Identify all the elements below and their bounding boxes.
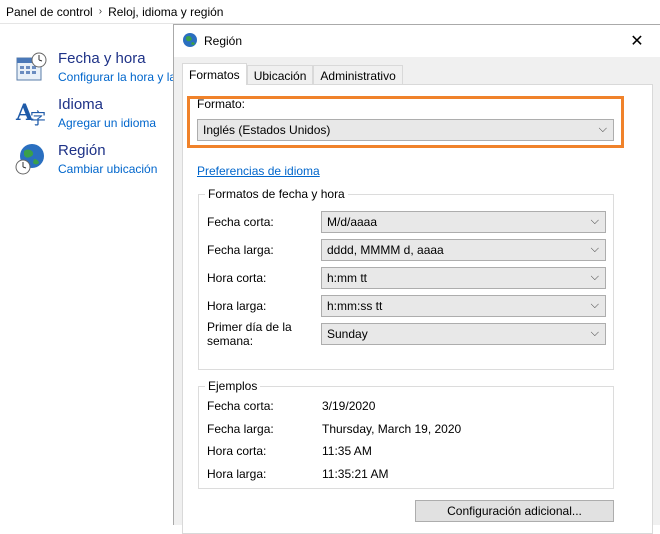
tab-administrative[interactable]: Administrativo: [313, 65, 403, 85]
cp-date-time-link[interactable]: Configurar la hora y la: [58, 69, 176, 85]
example-long-date-value: Thursday, March 19, 2020: [322, 422, 462, 436]
chevron-down-icon: ⌵: [590, 243, 599, 255]
dialog-title: Región: [204, 34, 243, 48]
long-time-select[interactable]: h:mm:ss tt ⌵: [321, 295, 606, 317]
example-long-time-value: 11:35:21 AM: [322, 467, 389, 481]
first-day-label: Primer día de la semana:: [207, 320, 292, 348]
tab-formats[interactable]: Formatos: [182, 63, 247, 85]
example-short-date-value: 3/19/2020: [322, 399, 376, 413]
example-long-date-label: Fecha larga:: [207, 422, 274, 436]
formats-panel: Formato: Inglés (Estados Unidos) ⌵ Prefe…: [182, 84, 653, 534]
cp-language[interactable]: A 字 Idioma Agregar un idioma: [14, 96, 156, 131]
short-date-select[interactable]: M/d/aaaa ⌵: [321, 211, 606, 233]
example-short-date-label: Fecha corta:: [207, 399, 274, 413]
calendar-clock-icon: [14, 50, 48, 84]
globe-clock-icon: [14, 142, 48, 176]
long-date-select[interactable]: dddd, MMMM d, aaaa ⌵: [321, 239, 606, 261]
date-time-formats-title: Formatos de fecha y hora: [205, 187, 348, 201]
long-date-label: Fecha larga:: [207, 243, 274, 257]
cp-language-link[interactable]: Agregar un idioma: [58, 115, 156, 131]
examples-title: Ejemplos: [205, 379, 261, 393]
tab-strip: Formatos Ubicación Administrativo: [182, 63, 403, 85]
example-short-time-label: Hora corta:: [207, 444, 267, 458]
short-time-value: h:mm tt: [327, 271, 368, 285]
chevron-right-icon: ›: [98, 6, 103, 17]
date-time-formats-group: Formatos de fecha y hora Fecha corta: M/…: [198, 187, 614, 370]
chevron-down-icon: ⌵: [598, 123, 607, 135]
cp-region-link[interactable]: Cambiar ubicación: [58, 161, 157, 177]
cp-date-time[interactable]: Fecha y hora Configurar la hora y la: [14, 50, 176, 85]
format-select[interactable]: Inglés (Estados Unidos) ⌵: [197, 119, 614, 141]
long-date-value: dddd, MMMM d, aaaa: [327, 243, 444, 257]
breadcrumb-clock-language-region[interactable]: Reloj, idioma y región: [108, 5, 223, 19]
cp-region-title[interactable]: Región: [58, 142, 157, 160]
first-day-value: Sunday: [327, 327, 368, 341]
long-time-value: h:mm:ss tt: [327, 299, 383, 313]
additional-settings-button[interactable]: Configuración adicional...: [415, 500, 614, 522]
region-dialog: Región ✕ Formatos Ubicación Administrati…: [173, 24, 660, 534]
cp-language-title[interactable]: Idioma: [58, 96, 156, 114]
breadcrumb: Panel de control › Reloj, idioma y regió…: [0, 0, 240, 24]
chevron-down-icon: ⌵: [590, 299, 599, 311]
long-time-label: Hora larga:: [207, 299, 267, 313]
first-day-label-line2: semana:: [207, 334, 254, 348]
short-time-select[interactable]: h:mm tt ⌵: [321, 267, 606, 289]
globe-icon: [182, 32, 198, 51]
cp-date-time-title[interactable]: Fecha y hora: [58, 50, 176, 68]
language-preferences-link[interactable]: Preferencias de idioma: [197, 164, 320, 178]
first-day-label-line1: Primer día de la: [207, 320, 292, 334]
close-icon[interactable]: ✕: [614, 25, 660, 57]
format-label: Formato:: [197, 97, 246, 111]
cp-region[interactable]: Región Cambiar ubicación: [14, 142, 157, 177]
first-day-select[interactable]: Sunday ⌵: [321, 323, 606, 345]
chevron-down-icon: ⌵: [590, 327, 599, 339]
breadcrumb-control-panel[interactable]: Panel de control: [6, 5, 93, 19]
format-select-value: Inglés (Estados Unidos): [203, 123, 331, 137]
svg-text:字: 字: [30, 109, 46, 128]
language-icon: A 字: [14, 96, 48, 130]
example-short-time-value: 11:35 AM: [322, 444, 372, 458]
short-date-value: M/d/aaaa: [327, 215, 378, 229]
tab-location[interactable]: Ubicación: [246, 65, 314, 85]
short-time-label: Hora corta:: [207, 271, 267, 285]
short-date-label: Fecha corta:: [207, 215, 274, 229]
chevron-down-icon: ⌵: [590, 215, 599, 227]
chevron-down-icon: ⌵: [590, 271, 599, 283]
dialog-titlebar[interactable]: Región ✕: [174, 25, 660, 57]
examples-group: Ejemplos Fecha corta: 3/19/2020 Fecha la…: [198, 379, 614, 489]
example-long-time-label: Hora larga:: [207, 467, 267, 481]
